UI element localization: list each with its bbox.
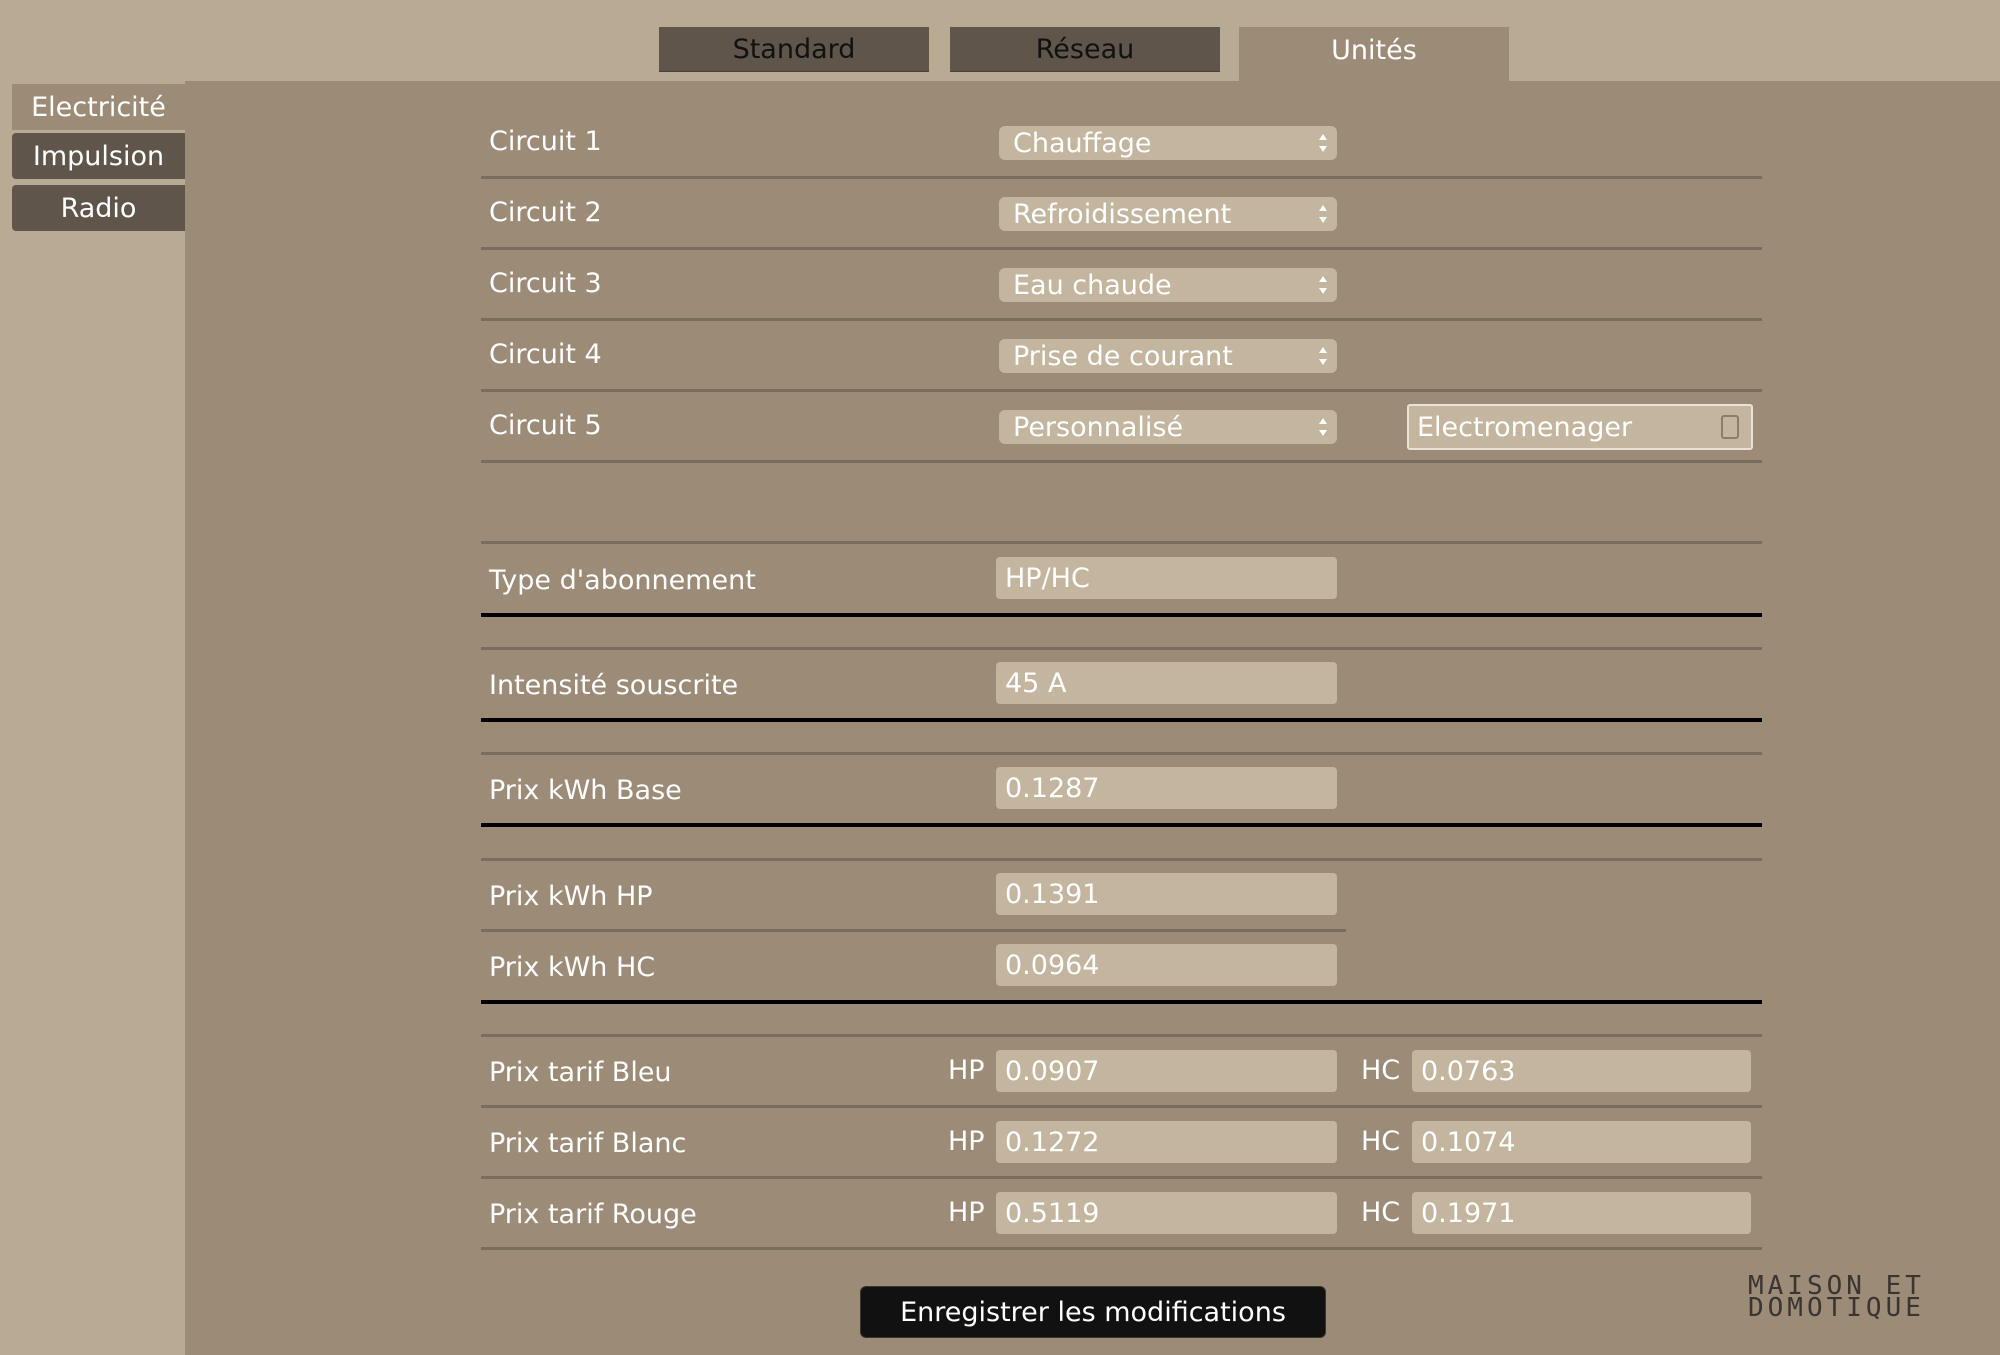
section-rule [481, 613, 1762, 617]
tarif-bleu-hp-tag: HP [948, 1055, 985, 1086]
tarif-blanc-hc-tag: HC [1361, 1126, 1401, 1157]
save-button[interactable]: Enregistrer les modifications [860, 1286, 1326, 1338]
abonnement-label: Type d'abonnement [489, 565, 756, 596]
row-divider [481, 929, 1346, 932]
prix-hc-field[interactable]: 0.0964 [996, 944, 1337, 986]
sidebar-item-electricite[interactable]: Electricité [12, 84, 185, 130]
row-divider [481, 1105, 1762, 1108]
intensite-label: Intensité souscrite [489, 670, 739, 701]
keychain-icon[interactable] [1721, 415, 1739, 439]
tarif-blanc-hp-tag: HP [948, 1126, 985, 1157]
row-divider [481, 460, 1762, 463]
select-arrows-icon [1319, 418, 1327, 436]
prix-hc-label: Prix kWh HC [489, 952, 656, 983]
select-arrows-icon [1319, 205, 1327, 223]
section-divider [481, 752, 1762, 755]
section-rule [481, 1000, 1762, 1004]
tarif-rouge-hp-tag: HP [948, 1197, 985, 1228]
row-divider [481, 1247, 1762, 1250]
circuit-5-custom-name-input[interactable]: Electromenager [1407, 404, 1753, 450]
row-divider [481, 389, 1762, 392]
tarif-rouge-hp-field[interactable]: 0.5119 [996, 1192, 1337, 1234]
intensite-field[interactable]: 45 A [996, 662, 1337, 704]
circuit-3-label: Circuit 3 [489, 268, 602, 299]
circuit-4-value: Prise de courant [1013, 340, 1233, 372]
circuit-1-value: Chauffage [1013, 127, 1152, 159]
circuit-4-select[interactable]: Prise de courant [999, 339, 1337, 373]
section-rule [481, 823, 1762, 827]
tab-reseau[interactable]: Réseau [950, 27, 1220, 72]
sidebar-item-radio[interactable]: Radio [12, 185, 185, 231]
tarif-blanc-hc-field[interactable]: 0.1074 [1412, 1121, 1751, 1163]
section-divider [481, 541, 1762, 544]
circuit-2-label: Circuit 2 [489, 197, 602, 228]
circuit-5-label: Circuit 5 [489, 410, 602, 441]
circuit-3-select[interactable]: Eau chaude [999, 268, 1337, 302]
tab-bar: Standard Réseau Unités [0, 0, 2000, 81]
circuit-2-value: Refroidissement [1013, 198, 1232, 230]
row-divider [481, 1176, 1762, 1179]
section-divider [481, 858, 1762, 861]
sidebar-item-impulsion[interactable]: Impulsion [12, 133, 185, 179]
prix-base-label: Prix kWh Base [489, 775, 682, 806]
tarif-rouge-hc-tag: HC [1361, 1197, 1401, 1228]
logo-line-2: DOMOTIQUE [1748, 1293, 1925, 1323]
abonnement-field[interactable]: HP/HC [996, 557, 1337, 599]
row-divider [481, 318, 1762, 321]
section-divider [481, 1034, 1762, 1037]
tarif-bleu-hc-tag: HC [1361, 1055, 1401, 1086]
select-arrows-icon [1319, 276, 1327, 294]
tarif-bleu-hc-field[interactable]: 0.0763 [1412, 1050, 1751, 1092]
select-arrows-icon [1319, 134, 1327, 152]
select-arrows-icon [1319, 347, 1327, 365]
tarif-bleu-label: Prix tarif Bleu [489, 1057, 672, 1088]
circuit-1-label: Circuit 1 [489, 126, 602, 157]
tab-unites[interactable]: Unités [1239, 27, 1509, 81]
circuit-5-value: Personnalisé [1013, 411, 1184, 443]
section-divider [481, 647, 1762, 650]
row-divider [481, 176, 1762, 179]
circuit-3-value: Eau chaude [1013, 269, 1172, 301]
tarif-rouge-label: Prix tarif Rouge [489, 1199, 697, 1230]
circuit-5-select[interactable]: Personnalisé [999, 410, 1337, 444]
maison-et-domotique-logo: MAISON ET DOMOTIQUE [1748, 1273, 1958, 1323]
prix-base-field[interactable]: 0.1287 [996, 767, 1337, 809]
tarif-rouge-hc-field[interactable]: 0.1971 [1412, 1192, 1751, 1234]
tab-standard[interactable]: Standard [659, 27, 929, 72]
tarif-blanc-hp-field[interactable]: 0.1272 [996, 1121, 1337, 1163]
circuit-1-select[interactable]: Chauffage [999, 126, 1337, 160]
prix-hp-label: Prix kWh HP [489, 881, 653, 912]
section-rule [481, 718, 1762, 722]
tarif-bleu-hp-field[interactable]: 0.0907 [996, 1050, 1337, 1092]
row-divider [481, 247, 1762, 250]
prix-hp-field[interactable]: 0.1391 [996, 873, 1337, 915]
circuit-2-select[interactable]: Refroidissement [999, 197, 1337, 231]
circuit-5-custom-name-value: Electromenager [1417, 411, 1633, 443]
circuit-4-label: Circuit 4 [489, 339, 602, 370]
tarif-blanc-label: Prix tarif Blanc [489, 1128, 687, 1159]
